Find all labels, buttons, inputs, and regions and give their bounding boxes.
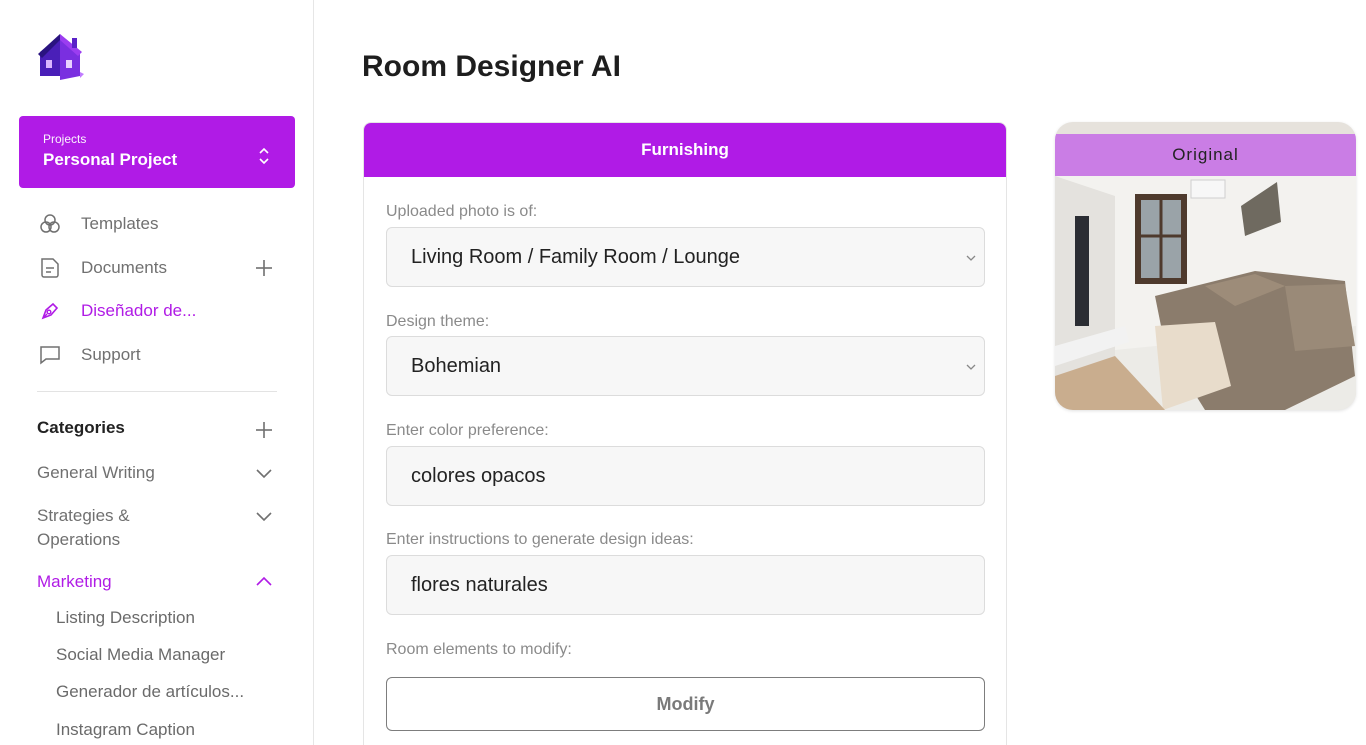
design-theme-value: Bohemian (411, 354, 502, 377)
sub-item-social-media-manager[interactable]: Social Media Manager (56, 645, 225, 665)
categories-title: Categories (37, 418, 125, 437)
chevron-down-icon[interactable] (255, 510, 273, 522)
design-theme-select[interactable]: Bohemian (386, 336, 985, 396)
document-icon (37, 255, 63, 281)
room-elements-label: Room elements to modify: (386, 641, 572, 658)
color-preference-label: Enter color preference: (386, 422, 549, 439)
tab-furnishing[interactable]: Furnishing (364, 123, 1006, 177)
photo-type-label: Uploaded photo is of: (386, 203, 538, 220)
project-selector[interactable]: Projects Personal Project (19, 116, 295, 188)
nav-templates[interactable]: Templates (37, 208, 158, 240)
templates-icon (37, 211, 63, 237)
sub-item-article-generator[interactable]: Generador de artículos... (56, 682, 244, 702)
color-preference-input[interactable]: colores opacos (386, 446, 985, 506)
instructions-label: Enter instructions to generate design id… (386, 531, 694, 548)
original-label: Original (1055, 134, 1356, 176)
nav-room-designer[interactable]: Diseñador de... (37, 295, 196, 327)
category-general-writing[interactable]: General Writing (37, 461, 155, 485)
chevron-down-icon[interactable] (255, 467, 273, 479)
sub-item-listing-description[interactable]: Listing Description (56, 608, 195, 628)
furnishing-panel: Furnishing Uploaded photo is of: Living … (363, 122, 1007, 745)
add-document-icon[interactable] (254, 258, 274, 278)
nav-templates-label: Templates (81, 214, 159, 233)
nav-documents[interactable]: Documents (37, 252, 167, 284)
category-strategies-operations[interactable]: Strategies & Operations (37, 504, 187, 552)
room-photo (1055, 176, 1356, 410)
instructions-value: flores naturales (411, 573, 548, 596)
add-category-icon[interactable] (254, 420, 274, 440)
sidebar-divider (37, 391, 277, 392)
chevron-down-icon (966, 364, 976, 370)
nav-support-label: Support (81, 345, 141, 364)
page-title: Room Designer AI (362, 50, 621, 83)
original-image-card: Original (1055, 122, 1356, 410)
instructions-input[interactable]: flores naturales (386, 555, 985, 615)
color-preference-value: colores opacos (411, 464, 546, 487)
chevron-up-icon[interactable] (255, 576, 273, 588)
category-marketing[interactable]: Marketing (37, 570, 112, 594)
chat-icon (37, 342, 63, 368)
design-theme-label: Design theme: (386, 313, 490, 330)
photo-type-select[interactable]: Living Room / Family Room / Lounge (386, 227, 985, 287)
house-logo-icon[interactable] (36, 30, 84, 82)
sidebar: Projects Personal Project Templates Docu… (0, 0, 314, 745)
nav-support[interactable]: Support (37, 339, 141, 371)
project-caption: Projects (43, 132, 87, 146)
modify-button[interactable]: Modify (386, 677, 985, 731)
chevron-down-icon (966, 255, 976, 261)
photo-type-value: Living Room / Family Room / Lounge (411, 245, 741, 268)
sub-item-instagram-caption[interactable]: Instagram Caption (56, 720, 195, 740)
nav-documents-label: Documents (81, 258, 167, 277)
design-icon (37, 298, 63, 324)
chevron-updown-icon (259, 147, 269, 165)
nav-room-designer-label: Diseñador de... (81, 301, 197, 320)
project-name: Personal Project (43, 150, 178, 169)
